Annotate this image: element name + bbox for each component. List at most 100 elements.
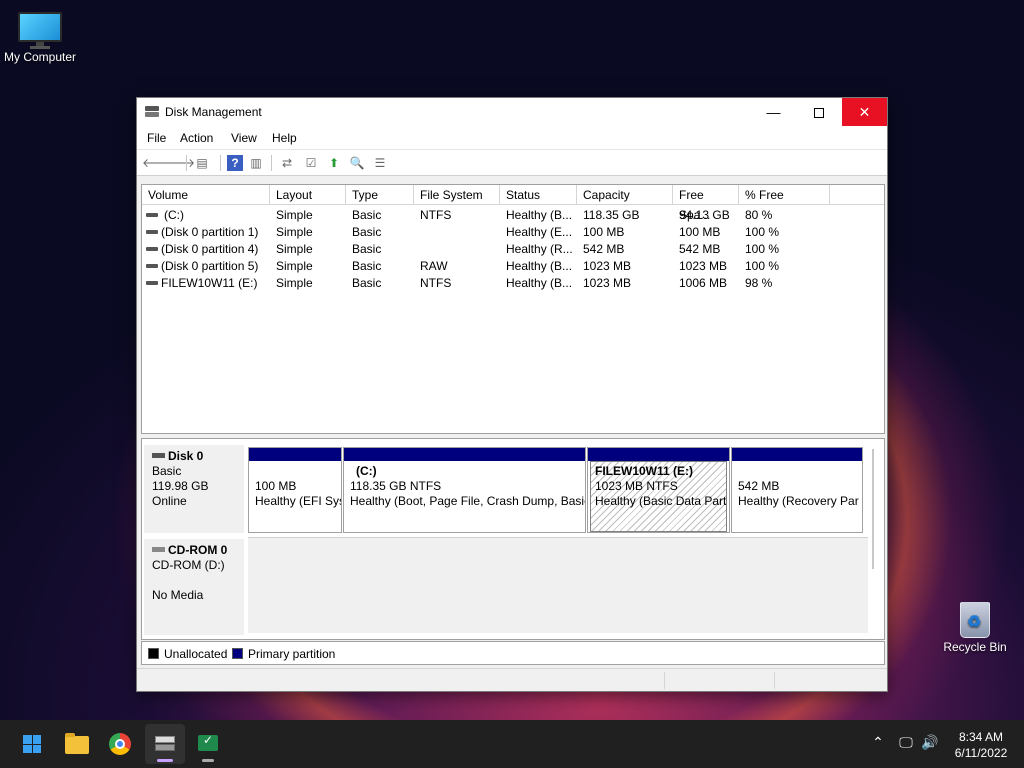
menu-view[interactable]: View (231, 131, 257, 145)
chevron-up-icon[interactable]: ⌃ (868, 734, 888, 751)
cdrom-0-label[interactable]: CD-ROM 0 CD-ROM (D:) No Media (144, 539, 244, 635)
disk-0-name: Disk 0 (168, 449, 204, 463)
column-header-percent-free[interactable]: % Free (739, 185, 830, 205)
minimize-button[interactable]: — (751, 98, 796, 126)
disk-0-label[interactable]: Disk 0 Basic 119.98 GB Online (144, 445, 244, 533)
menu-action[interactable]: Action (180, 131, 213, 145)
table-row[interactable]: (Disk 0 partition 4) Simple Basic Health… (142, 241, 884, 258)
my-computer-label: My Computer (3, 50, 77, 64)
toolbar: 🡐 🡒 ▤ ? ▥ ⇄ ☑ ⬆ 🔍 ☰ (137, 150, 887, 176)
export-icon[interactable]: ⬆ (326, 155, 342, 171)
title-bar[interactable]: Disk Management — ✕ (137, 98, 887, 126)
volume-icon (146, 230, 158, 234)
cell-free-space: 100 MB (679, 225, 721, 239)
cell-capacity: 118.35 GB (583, 208, 640, 222)
maximize-button[interactable] (796, 98, 841, 126)
disk-management-taskbar-button[interactable] (145, 724, 185, 764)
menu-file[interactable]: File (147, 131, 166, 145)
cell-volume: FILEW10W11 (E:) (161, 276, 258, 290)
file-explorer-button[interactable] (57, 724, 97, 764)
properties-icon[interactable]: ☑ (303, 155, 319, 171)
column-header-type[interactable]: Type (346, 185, 414, 205)
cell-percent-free: 98 % (745, 276, 773, 290)
cdrom-0-drive: CD-ROM (D:) (152, 558, 225, 572)
column-header-file-system[interactable]: File System (414, 185, 500, 205)
chrome-button[interactable] (100, 724, 140, 764)
taskbar: ⌃ 🖵 🔊 8:34 AM 6/11/2022 (0, 720, 1024, 768)
cell-free-space: 94.13 GB (679, 208, 730, 222)
menu-help[interactable]: Help (272, 131, 297, 145)
disk-0-state: Online (152, 494, 187, 508)
table-row[interactable]: (Disk 0 partition 5) Simple Basic RAW He… (142, 258, 884, 275)
partition-size: 118.35 GB NTFS (350, 479, 442, 493)
connect-icon[interactable]: ⇄ (279, 155, 295, 171)
cell-layout: Simple (276, 276, 313, 290)
cell-type: Basic (352, 276, 382, 290)
list-icon[interactable]: ☰ (372, 155, 388, 171)
disk-management-window: Disk Management — ✕ File Action View Hel… (136, 97, 888, 692)
column-header-capacity[interactable]: Capacity (577, 185, 673, 205)
table-row[interactable]: (C:) Simple Basic NTFS Healthy (B... 118… (142, 207, 884, 224)
cell-status: Healthy (B... (506, 259, 573, 273)
cell-type: Basic (352, 259, 382, 273)
partition-efi[interactable]: 100 MB Healthy (EFI Sys (248, 447, 342, 533)
column-header-status[interactable]: Status (500, 185, 577, 205)
chrome-icon (109, 733, 131, 755)
clock[interactable]: 8:34 AM 6/11/2022 (946, 729, 1016, 761)
start-button[interactable] (12, 724, 52, 764)
recycle-bin-icon: ♻ (958, 598, 992, 638)
partition-status: Healthy (Boot, Page File, Crash Dump, Ba… (350, 494, 585, 508)
network-icon[interactable]: 🖵 (896, 734, 916, 751)
volume-icon (146, 281, 158, 285)
partition-e[interactable]: FILEW10W11 (E:) 1023 MB NTFS Healthy (Basi… (587, 447, 730, 533)
app-taskbar-button[interactable] (188, 724, 228, 764)
search-icon[interactable]: 🔍 (349, 155, 365, 171)
table-row[interactable]: (Disk 0 partition 1) Simple Basic Health… (142, 224, 884, 241)
primary-partition-swatch (232, 648, 243, 659)
volume-icon (146, 247, 158, 251)
window-title: Disk Management (165, 105, 262, 119)
partition-title: (C:) (356, 464, 377, 478)
show-hide-console-tree-icon[interactable]: ▤ (194, 155, 210, 171)
cell-capacity: 1023 MB (583, 259, 632, 273)
cell-free-space: 542 MB (679, 242, 721, 256)
legend: Unallocated Primary partition (141, 641, 885, 665)
cell-volume: (Disk 0 partition 1) (161, 225, 259, 239)
cell-capacity: 1023 MB (583, 276, 632, 290)
cdrom-0-area[interactable] (248, 537, 868, 633)
column-header-layout[interactable]: Layout (270, 185, 346, 205)
partition-size: 1023 MB NTFS (595, 479, 678, 493)
partition-status: Healthy (Recovery Par (738, 494, 859, 508)
close-button[interactable]: ✕ (842, 98, 887, 126)
cell-volume: (Disk 0 partition 4) (161, 242, 259, 256)
help-icon[interactable]: ? (227, 155, 243, 171)
unallocated-swatch (148, 648, 159, 659)
partition-title: FILEW10W11 (E:) (595, 464, 694, 478)
volume-icon[interactable]: 🔊 (920, 734, 940, 751)
column-header-free-space[interactable]: Free Spa... (673, 185, 739, 222)
cell-layout: Simple (276, 208, 313, 222)
recycle-bin-desktop-icon[interactable]: ♻ Recycle Bin (935, 596, 1015, 654)
forward-icon[interactable]: 🡒 (163, 155, 195, 171)
partition-status: Healthy (EFI Sys (255, 494, 341, 508)
cell-percent-free: 100 % (745, 259, 780, 273)
partition-recovery[interactable]: 542 MB Healthy (Recovery Par (731, 447, 863, 533)
cell-volume: (Disk 0 partition 5) (161, 259, 259, 273)
cdrom-0-state: No Media (152, 588, 204, 602)
cell-free-space: 1023 MB (679, 259, 728, 273)
cell-status: Healthy (B... (506, 276, 573, 290)
back-icon[interactable]: 🡐 (142, 155, 174, 171)
cell-capacity: 100 MB (583, 225, 625, 239)
my-computer-desktop-icon[interactable]: My Computer (0, 8, 80, 64)
clock-time: 8:34 AM (958, 730, 1004, 744)
column-header-volume[interactable]: Volume (142, 185, 270, 205)
partition-status: Healthy (Basic Data Parti (595, 494, 726, 508)
start-icon (23, 735, 41, 753)
cell-file-system: NTFS (420, 276, 452, 290)
cell-percent-free: 100 % (745, 225, 780, 239)
partition-c[interactable]: (C:) 118.35 GB NTFS Healthy (Boot, Page Fi… (343, 447, 586, 533)
action-pane-icon[interactable]: ▥ (248, 155, 264, 171)
graph-scrollbar[interactable] (872, 449, 874, 569)
disk-icon (152, 453, 165, 458)
table-row[interactable]: FILEW10W11 (E:) Simple Basic NTFS Health… (142, 275, 884, 292)
